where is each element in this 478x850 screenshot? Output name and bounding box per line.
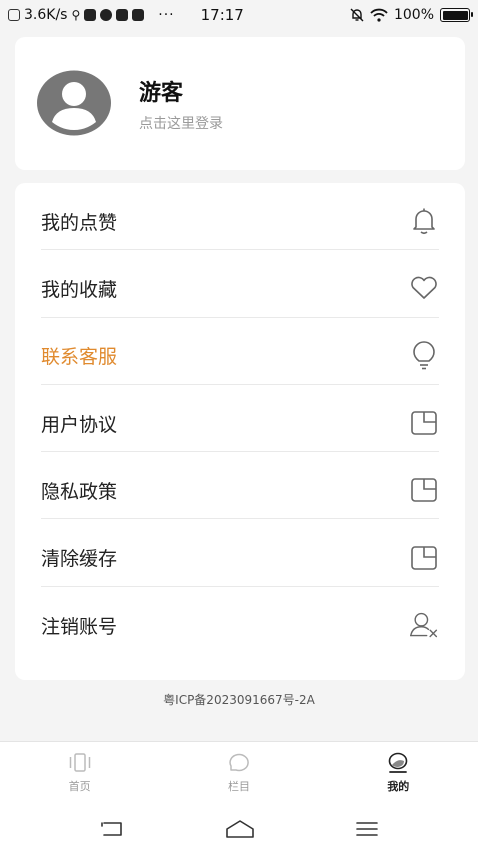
profile-card[interactable]: 游客 点击这里登录 [15, 37, 465, 170]
icp-license: 粤ICP备2023091667号-2A [163, 693, 315, 707]
document-icon [409, 408, 439, 438]
usb-icon: ⚲ [71, 8, 81, 22]
user-remove-icon [409, 610, 439, 640]
battery-percent: 100% [393, 7, 434, 23]
menu-item-label: 用户协议 [41, 413, 118, 436]
tab-label: 栏目 [227, 780, 250, 793]
tiktok-icon [132, 9, 145, 21]
menu-item-likes[interactable]: 我的点赞 [41, 183, 439, 251]
lightbulb-icon [409, 340, 439, 371]
menu-item-clear-cache[interactable]: 清除缓存 [41, 519, 439, 587]
menu-card: 我的点赞 我的收藏 联系客服 用户协议 隐私政策 清除缓存 注销账号 [15, 183, 465, 680]
default-avatar-icon [37, 70, 111, 136]
menu-item-label: 联系客服 [41, 346, 118, 369]
status-bar: 3.6K/s ⚲ ··· 17:17 100% [0, 0, 478, 30]
home-button-icon[interactable] [224, 819, 256, 839]
menu-item-favorites[interactable]: 我的收藏 [41, 250, 439, 318]
document-icon [409, 543, 439, 573]
check-icon [100, 9, 113, 21]
menu-item-label: 清除缓存 [41, 548, 118, 571]
bell-icon [409, 206, 439, 236]
menu-item-privacy-policy[interactable]: 隐私政策 [41, 452, 439, 520]
app-notification-icon [84, 9, 97, 21]
home-icon [69, 753, 90, 772]
network-speed: 3.6K/s [24, 7, 68, 23]
menu-lines-icon[interactable] [355, 819, 379, 839]
tab-columns[interactable]: 栏目 [159, 742, 318, 807]
tab-mine[interactable]: 我的 [319, 742, 478, 807]
menu-item-customer-service[interactable]: 联系客服 [41, 318, 439, 385]
chat-bubble-icon [229, 753, 249, 772]
system-nav-bar [0, 807, 478, 850]
battery-fill [442, 10, 468, 20]
wifi-icon [370, 8, 388, 22]
menu-item-user-agreement[interactable]: 用户协议 [41, 385, 439, 453]
status-left: 3.6K/s ⚲ ··· 17:17 [8, 6, 244, 24]
tab-label: 我的 [387, 780, 410, 793]
profile-icon [389, 752, 408, 773]
menu-item-label: 注销账号 [41, 615, 118, 638]
avatar[interactable] [36, 70, 112, 136]
document-icon [409, 475, 439, 505]
mail-icon [116, 9, 129, 21]
back-icon[interactable] [99, 819, 125, 839]
menu-item-delete-account[interactable]: 注销账号 [41, 587, 439, 654]
status-right: 100% [350, 7, 473, 23]
username: 游客 [139, 81, 184, 106]
screen-mirror-icon [8, 9, 20, 21]
silent-bell-icon [350, 8, 364, 22]
tab-home[interactable]: 首页 [0, 742, 159, 807]
clock: 17:17 [200, 6, 244, 24]
menu-item-label: 我的点赞 [41, 211, 118, 234]
bottom-tab-bar: 首页 栏目 我的 [0, 741, 478, 807]
tab-label: 首页 [68, 780, 91, 793]
menu-item-label: 我的收藏 [41, 278, 118, 301]
battery-icon [440, 8, 473, 22]
more-notifications-icon: ··· [158, 7, 175, 23]
menu-item-label: 隐私政策 [41, 480, 118, 503]
login-link[interactable]: 点击这里登录 [139, 113, 223, 133]
heart-icon [409, 273, 439, 303]
